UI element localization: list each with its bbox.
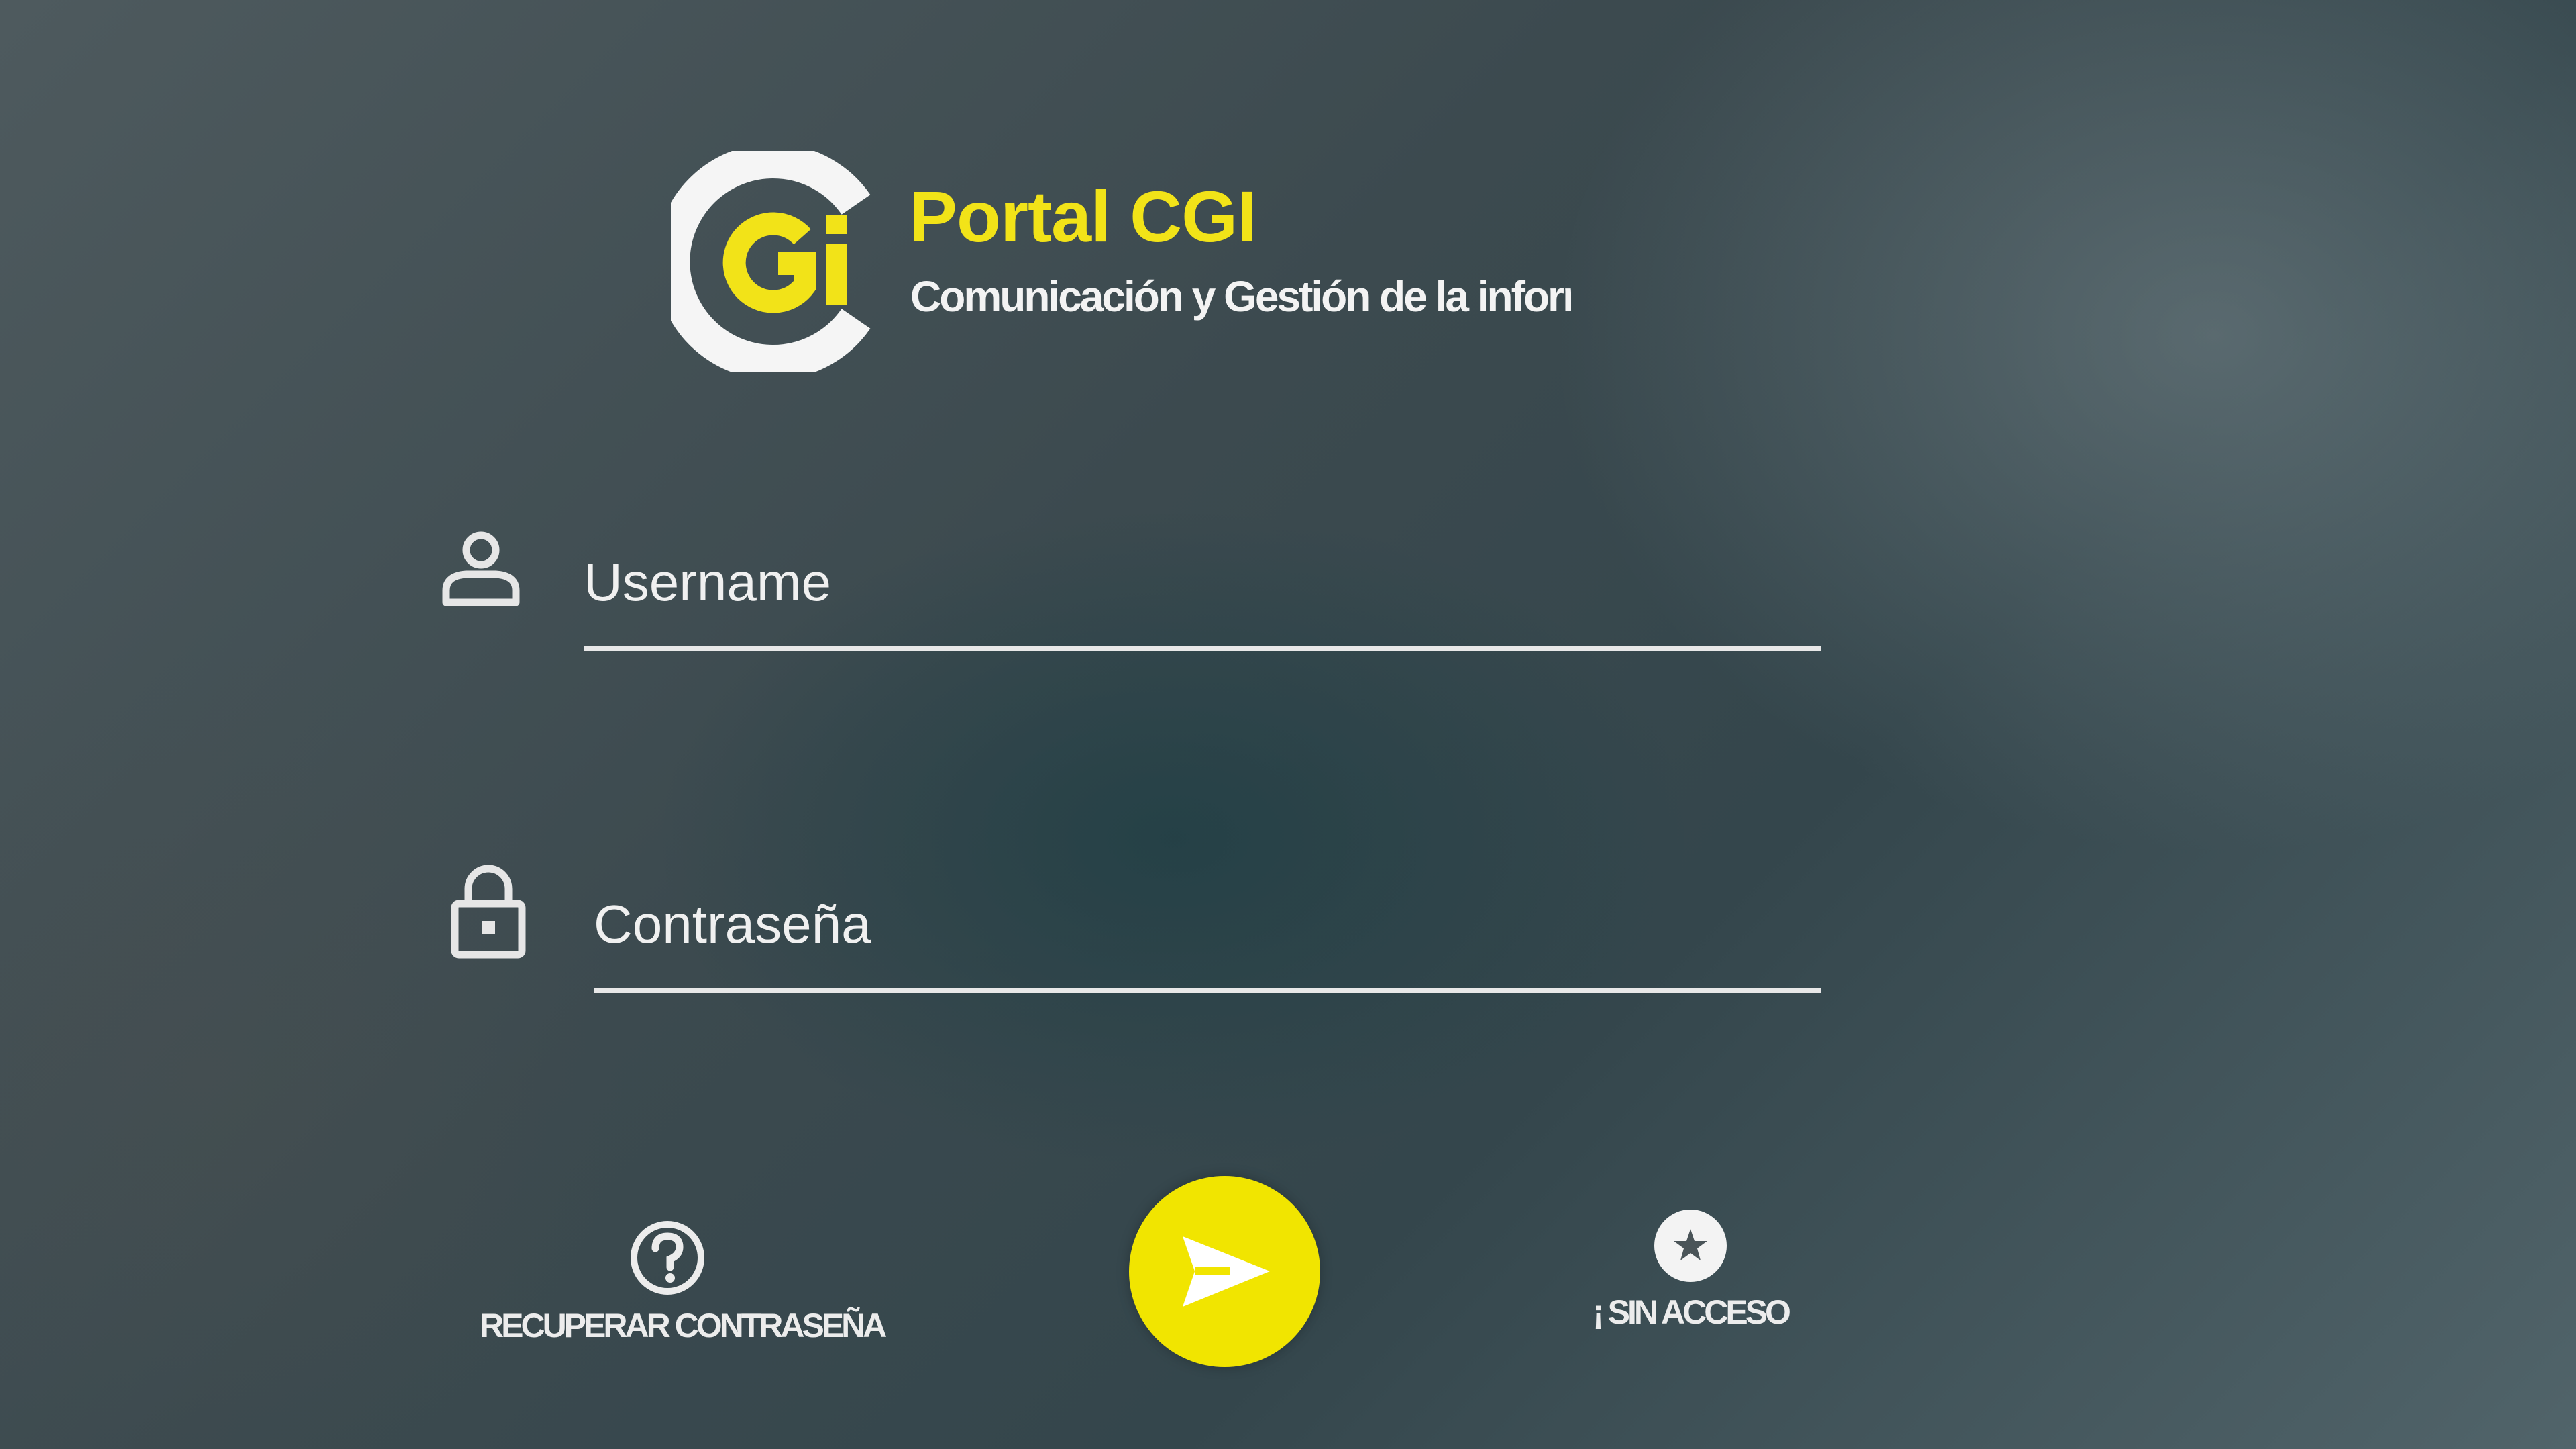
- question-circle-icon: [631, 1221, 704, 1295]
- no-access-label: ¡ SIN ACCESO: [1593, 1293, 1791, 1331]
- recover-password-label: RECUPERAR CONTRASEÑA: [480, 1307, 887, 1344]
- user-icon: [442, 531, 520, 606]
- star-circle-icon: [1654, 1210, 1727, 1282]
- username-input[interactable]: [584, 537, 1821, 651]
- portal-title: Portal CGI: [909, 176, 1257, 257]
- no-access-button[interactable]: ¡ SIN ACCESO: [1580, 1208, 1801, 1332]
- submit-button[interactable]: [1129, 1176, 1320, 1367]
- portal-subtitle: Comunicación y Gestión de la informació: [910, 272, 1571, 321]
- cgi-logo: [671, 151, 871, 372]
- password-input[interactable]: [594, 879, 1821, 993]
- lock-icon: [451, 865, 526, 959]
- recover-password-button[interactable]: RECUPERAR CONTRASEÑA: [480, 1218, 887, 1345]
- send-arrow-icon: [1183, 1236, 1270, 1307]
